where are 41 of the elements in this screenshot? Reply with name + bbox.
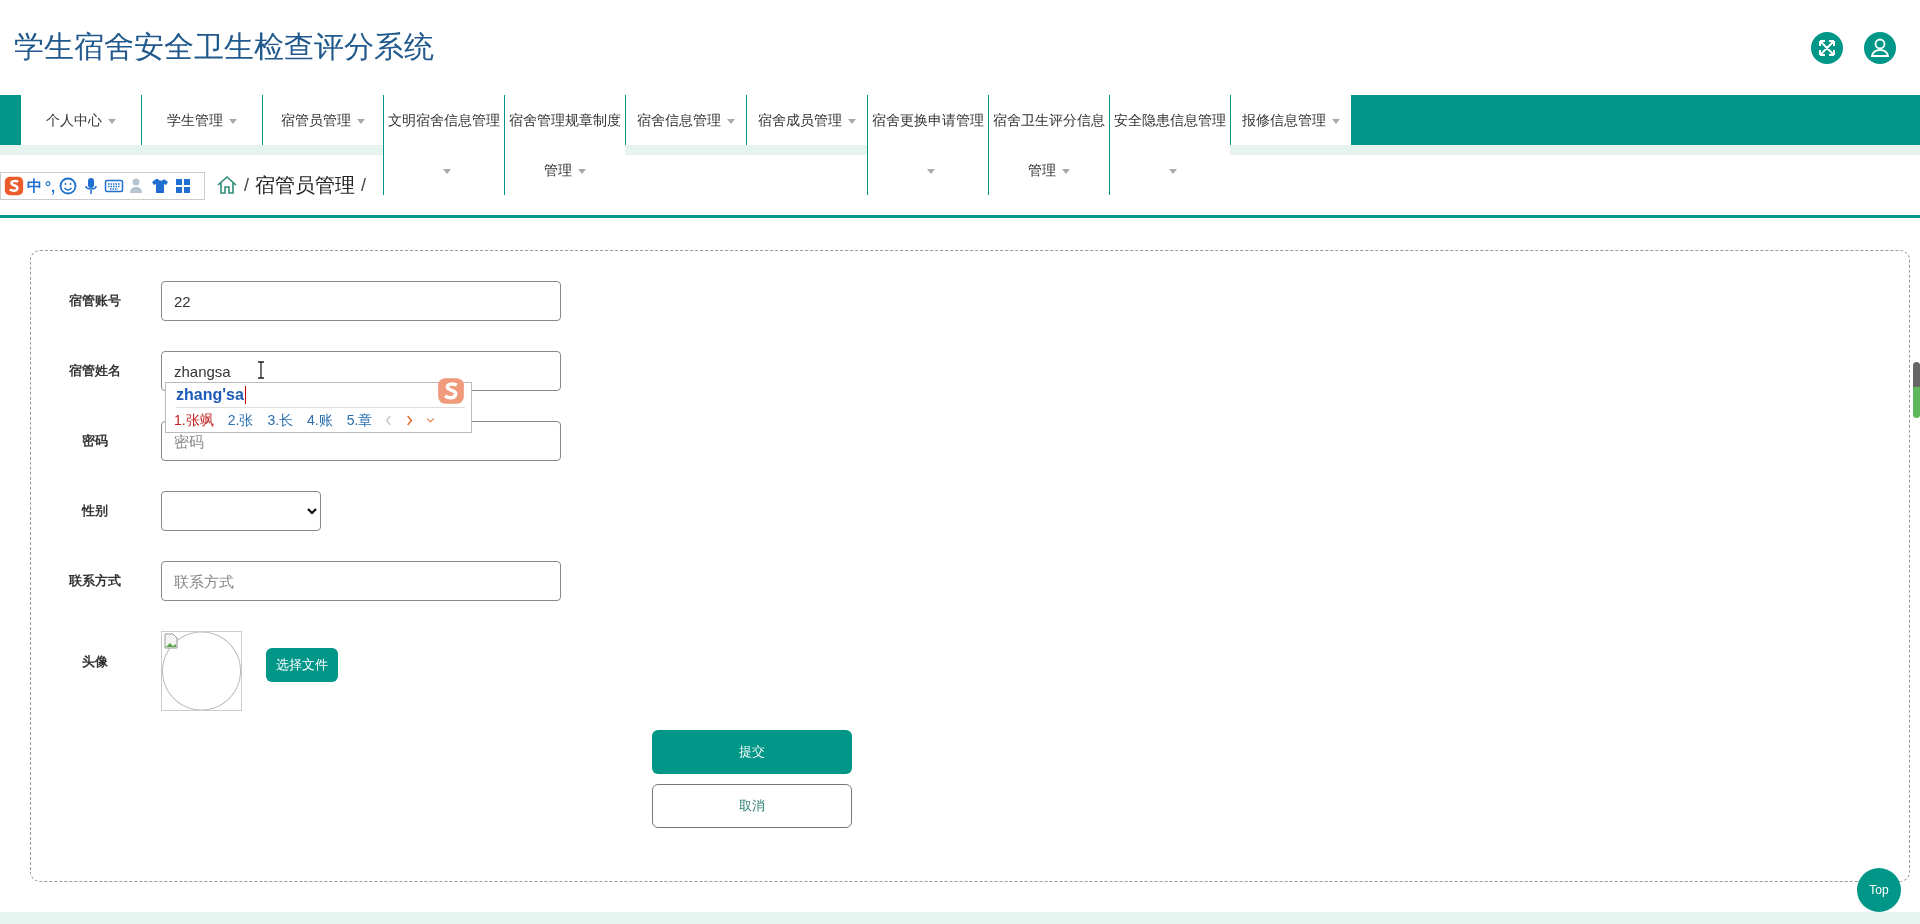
nav-menu-item[interactable]: 宿舍管理规章制度管理: [504, 95, 625, 195]
nav-menu-item[interactable]: 宿舍成员管理: [746, 95, 867, 145]
nav-menu-item[interactable]: 宿舍卫生评分信息管理: [988, 95, 1109, 195]
breadcrumb-separator: /: [361, 174, 367, 196]
cancel-button[interactable]: 取消: [652, 784, 852, 828]
input-field[interactable]: 22: [161, 281, 561, 321]
nav-menu-item[interactable]: 宿舍信息管理: [625, 95, 746, 145]
back-to-top-button[interactable]: Top: [1857, 868, 1901, 912]
broken-image-icon: [163, 633, 179, 649]
app-title: 学生宿舍安全卫生检查评分系统: [14, 29, 434, 65]
field-label: 宿管账号: [68, 292, 122, 310]
shirt-icon[interactable]: [150, 176, 171, 196]
nav-menu-item[interactable]: 个人中心: [20, 95, 141, 145]
field-label: 联系方式: [68, 572, 122, 590]
field-label: 性别: [80, 502, 109, 520]
logo-icon[interactable]: [4, 176, 24, 196]
choose-file-button[interactable]: 选择文件: [266, 648, 338, 682]
ime-composition: zhang'sa: [176, 386, 246, 404]
select-field[interactable]: [161, 491, 321, 531]
field-label: 头像: [81, 653, 109, 671]
text-cursor-icon: [256, 361, 266, 379]
fullscreen-icon[interactable]: [1811, 31, 1843, 64]
ime-mode[interactable]: 中: [27, 176, 42, 196]
next-page-icon[interactable]: [405, 413, 415, 427]
input-field[interactable]: 联系方式: [161, 561, 561, 601]
field-label: 密码: [81, 432, 109, 450]
submit-button[interactable]: 提交: [652, 730, 852, 774]
breadcrumb-link[interactable]: 宿管员管理: [255, 171, 355, 199]
scrollbar[interactable]: [1913, 362, 1920, 418]
breadcrumb-separator: /: [244, 174, 249, 196]
nav-menu-item[interactable]: 报修信息管理: [1230, 95, 1351, 145]
nav-menu-item[interactable]: 学生管理: [141, 95, 262, 145]
nav-menu-item[interactable]: 文明宿舍信息管理: [383, 95, 504, 195]
smiley-icon[interactable]: [58, 176, 79, 196]
nav-menu-item[interactable]: 安全隐患信息管理: [1109, 95, 1230, 195]
home-icon[interactable]: [216, 174, 238, 196]
field-label: 宿管姓名: [68, 362, 122, 380]
nav-menu-item[interactable]: 宿舍更换申请管理: [867, 95, 988, 195]
user-icon[interactable]: [1864, 31, 1896, 64]
nav-menu-item[interactable]: 宿管员管理: [262, 95, 383, 145]
punctuation-mode[interactable]: °,: [45, 177, 56, 195]
